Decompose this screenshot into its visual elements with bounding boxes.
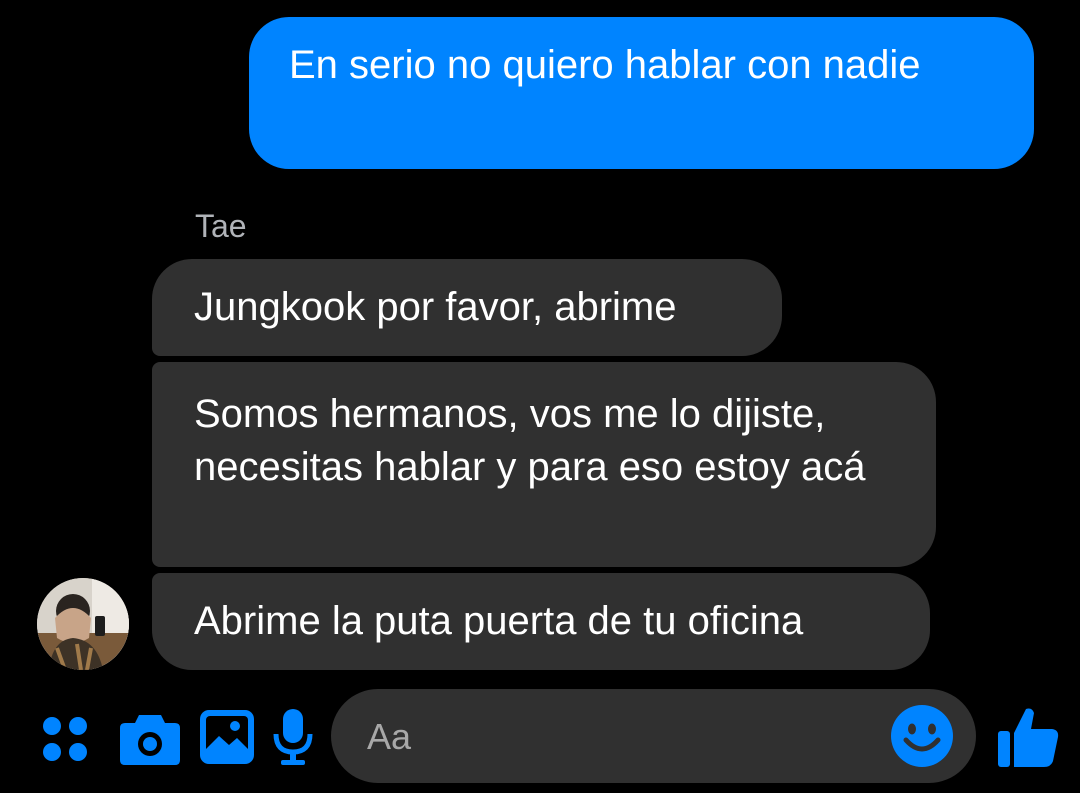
message-text: En serio no quiero hablar con nadie [289,43,921,87]
received-message-bubble[interactable]: Jungkook por favor, abrime [152,259,782,356]
camera-icon[interactable] [119,711,181,765]
message-text: Jungkook por favor, abrime [194,285,677,329]
received-message-bubble[interactable]: Abrime la puta puerta de tu oficina [152,573,930,670]
avatar-photo [37,578,129,670]
apps-icon[interactable] [41,715,89,763]
gallery-icon[interactable] [199,709,255,765]
message-text: Abrime la puta puerta de tu oficina [194,599,804,643]
thumbs-up-icon[interactable] [996,705,1060,769]
sent-message-bubble[interactable]: En serio no quiero hablar con nadie [249,17,1034,169]
microphone-icon[interactable] [272,708,314,766]
sender-name: Tae [195,208,247,244]
avatar[interactable] [37,578,129,670]
message-input[interactable] [365,711,889,763]
smiley-icon[interactable] [890,704,954,768]
message-composer[interactable] [331,689,976,783]
received-message-bubble[interactable]: Somos hermanos, vos me lo dijiste, neces… [152,362,936,567]
message-text: Somos hermanos, vos me lo dijiste, neces… [194,392,866,489]
